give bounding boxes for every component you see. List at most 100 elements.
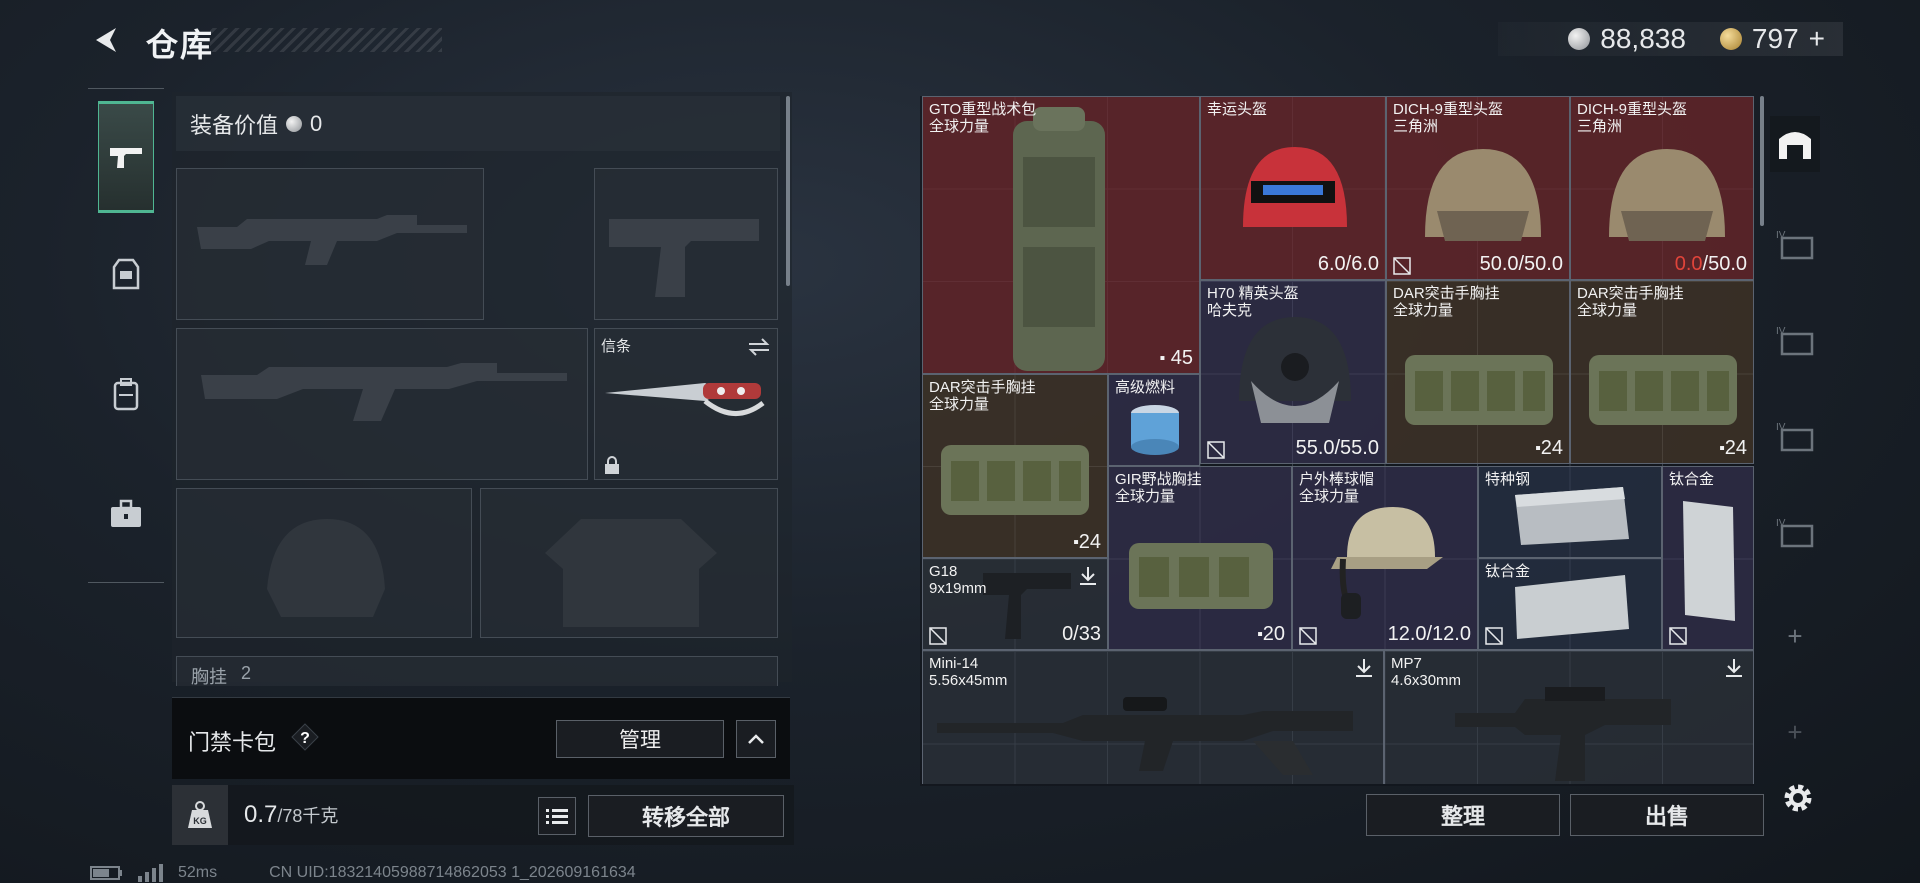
backpack-image [1013, 107, 1105, 371]
chest-rig-slot[interactable]: 胸挂 2 [176, 656, 778, 687]
chest-rig-image [941, 445, 1089, 515]
toolbox-icon [111, 499, 141, 527]
secondary-weapon-slot[interactable] [176, 328, 588, 480]
nav-toolbox-tab[interactable] [98, 479, 154, 549]
helmet-image [1243, 147, 1347, 227]
item-sub: 全球力量 [929, 396, 990, 413]
collapse-button[interactable] [736, 720, 776, 758]
titanium-bar-image [1683, 501, 1735, 621]
sell-button[interactable]: 出售 [1570, 794, 1764, 836]
stash-tab-main[interactable] [1770, 116, 1820, 172]
item-stat: /50.0 [1702, 253, 1747, 275]
steel-bar-image [1515, 487, 1629, 545]
item-sub: 三角洲 [1393, 118, 1439, 135]
backpack-icon [113, 378, 139, 411]
download-icon[interactable] [1353, 657, 1375, 679]
stash-item-titanium-alloy[interactable]: 钛合金 [1478, 558, 1662, 650]
svg-text:IV: IV [1776, 326, 1786, 337]
nav-equipment-tab[interactable] [98, 239, 154, 309]
transfer-all-button[interactable]: 转移全部 [588, 795, 784, 837]
item-name: DICH-9重型头盔 [1577, 101, 1688, 118]
chest-rig-count: 2 [241, 663, 252, 683]
stash-tab-2[interactable]: IV [1770, 216, 1820, 272]
rifle-image [937, 697, 1353, 775]
settings-button[interactable] [1778, 778, 1818, 818]
equipment-scrollbar[interactable] [786, 96, 790, 286]
stash-item-special-steel[interactable]: 特种钢 [1478, 466, 1662, 558]
list-view-button[interactable] [538, 797, 576, 835]
stash-item-dich9-helmet[interactable]: DICH-9重型头盔 三角洲 50.0/50.0 [1386, 96, 1570, 280]
stash-item-dar-chest-rig[interactable]: DAR突击手胸挂 全球力量 ▪24 [1570, 280, 1754, 464]
warehouse-icon [1779, 132, 1811, 159]
stash-item-dich9-helmet-damaged[interactable]: DICH-9重型头盔 三角洲 0.0/50.0 [1570, 96, 1754, 280]
armor-slot[interactable] [480, 488, 778, 638]
no-insure-icon [1299, 627, 1317, 645]
stash-tab-4[interactable]: IV [1770, 408, 1820, 464]
stash-item-baseball-cap[interactable]: 户外棒球帽 全球力量 12.0/12.0 [1292, 466, 1478, 650]
add-currency-button[interactable]: + [1809, 23, 1825, 55]
manage-button[interactable]: 管理 [556, 720, 724, 758]
download-icon[interactable] [1723, 657, 1745, 679]
stash-page-icon: IV [1776, 326, 1814, 356]
stash-item-gto-backpack[interactable]: GTO重型战术包 全球力量 ▪ 45 [922, 96, 1200, 374]
helmet-slot[interactable] [176, 488, 472, 638]
add-stash-tab-button[interactable]: + [1770, 608, 1820, 664]
item-name: 特种钢 [1485, 471, 1531, 488]
battery-icon [90, 866, 122, 880]
sidearm-slot[interactable] [594, 168, 778, 320]
item-name: MP7 [1391, 655, 1422, 672]
no-insure-icon [1485, 627, 1503, 645]
stash-tab-3[interactable]: IV [1770, 312, 1820, 368]
pistol-icon [110, 148, 142, 168]
stash-item-lucky-helmet[interactable]: 幸运头盔 6.0/6.0 [1200, 96, 1386, 280]
item-stat: 45 [1170, 347, 1193, 369]
stash-item-h70-helmet[interactable]: H70 精英头盔 哈夫克 55.0/55.0 [1200, 280, 1386, 464]
sort-button[interactable]: 整理 [1366, 794, 1560, 836]
stash-item-dar-chest-rig[interactable]: DAR突击手胸挂 全球力量 ▪24 [922, 374, 1108, 558]
primary-weapon-slot[interactable] [176, 168, 484, 320]
rifle-silhouette-icon [197, 215, 467, 265]
stash-item-dar-chest-rig[interactable]: DAR突击手胸挂 全球力量 ▪24 [1386, 280, 1570, 464]
item-stat: 6.0/6.0 [1317, 253, 1379, 275]
nav-weapon-tab[interactable] [98, 101, 154, 213]
gold-amount: 797 [1751, 23, 1799, 54]
knife-icon [605, 383, 765, 416]
item-name: 钛合金 [1485, 563, 1531, 580]
item-stat: 20 [1262, 623, 1285, 645]
helmet-image [1609, 149, 1725, 241]
chest-rig-label: 胸挂 [191, 667, 227, 687]
stash-item-advanced-fuel[interactable]: 高级燃料 [1108, 374, 1200, 466]
item-name: 幸运头盔 [1207, 101, 1268, 118]
item-stat: 24 [1540, 437, 1563, 459]
smg-image [1455, 687, 1671, 781]
silver-coin-icon [286, 115, 303, 132]
gold-coin-icon [1719, 28, 1742, 50]
stash-item-gir-chest-rig[interactable]: GIR野战胸挂 全球力量 ▪20 [1108, 466, 1292, 650]
weight-icon: KG [172, 785, 228, 845]
back-button[interactable] [88, 22, 124, 58]
uid-text: CN UID:18321405988714862053 1_2026091616… [269, 864, 636, 881]
title-stripe [210, 28, 442, 52]
no-insure-icon [1393, 257, 1411, 275]
capacity-icon: ▪ [1159, 349, 1166, 367]
stash-item-mini14-rifle[interactable]: Mini-14 5.56x45mm [922, 650, 1384, 784]
item-name: DAR突击手胸挂 [1577, 285, 1684, 302]
stash-item-mp7-smg[interactable]: MP7 4.6x30mm [1384, 650, 1754, 784]
download-icon[interactable] [1077, 565, 1099, 587]
rifle-silhouette-icon [201, 363, 567, 421]
item-stat: 24 [1078, 531, 1101, 553]
stash-tab-5[interactable]: IV [1770, 504, 1820, 560]
item-sub: 三角洲 [1577, 118, 1623, 135]
item-name: 户外棒球帽 [1299, 471, 1375, 488]
help-button[interactable]: ? [290, 722, 320, 752]
nav-backpack-tab[interactable] [98, 359, 154, 429]
stash-item-g18-pistol[interactable]: G18 9x19mm 0/33 [922, 558, 1108, 650]
add-stash-tab-button[interactable]: + [1770, 704, 1820, 760]
left-nav [88, 88, 164, 583]
pistol-silhouette-icon [609, 219, 759, 297]
stash-item-titanium-alloy[interactable]: 钛合金 [1662, 466, 1754, 650]
armor-vest-icon [112, 258, 140, 290]
svg-text:IV: IV [1776, 230, 1786, 241]
item-sub: 全球力量 [1393, 302, 1454, 319]
melee-slot[interactable]: 信条 [594, 328, 778, 480]
